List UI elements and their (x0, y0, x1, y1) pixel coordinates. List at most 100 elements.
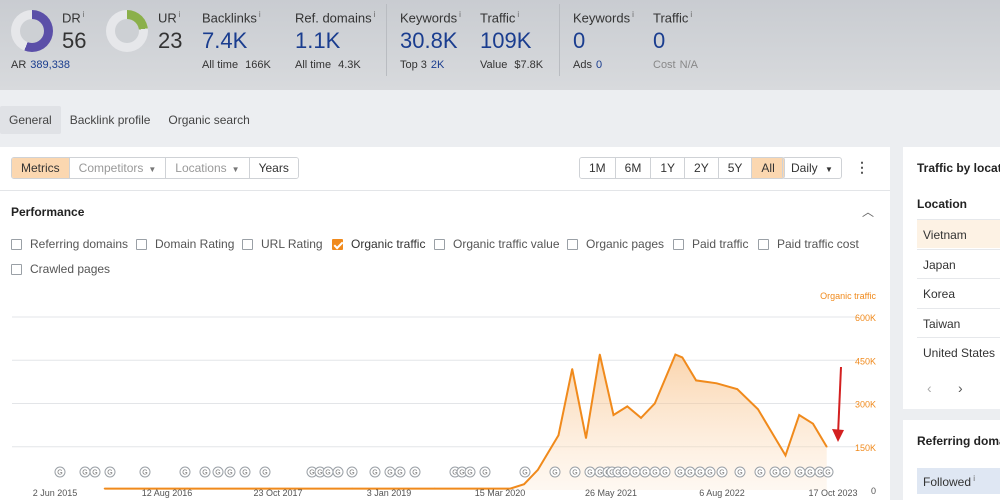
paid-traffic-value[interactable]: 0 (653, 28, 665, 54)
info-icon[interactable]: i (690, 10, 692, 19)
google-update-icon[interactable]: G (549, 466, 561, 478)
tab-general[interactable]: General (0, 106, 61, 134)
ads-value[interactable]: 0 (596, 59, 602, 71)
google-update-icon[interactable]: G (822, 466, 834, 478)
google-update-icon[interactable]: G (754, 466, 766, 478)
ar-value[interactable]: 389,338 (30, 59, 70, 71)
metrics-button[interactable]: Metrics (12, 158, 70, 178)
google-update-icon[interactable]: G (332, 466, 344, 478)
google-update-icon[interactable]: G (199, 466, 211, 478)
locations-dropdown[interactable]: Locations ▼ (166, 158, 250, 178)
info-icon[interactable]: i (179, 10, 181, 19)
google-update-icon[interactable]: G (384, 466, 396, 478)
info-icon[interactable]: i (632, 10, 634, 19)
location-row[interactable]: United States (917, 337, 1000, 366)
competitors-dropdown[interactable]: Competitors ▼ (69, 158, 167, 178)
google-update-icon[interactable]: G (79, 466, 91, 478)
google-update-icon[interactable]: G (104, 466, 116, 478)
metric-paid-keywords[interactable]: Keywords i 0 Ads 0 (573, 0, 643, 80)
google-update-icon[interactable]: G (89, 466, 101, 478)
backlinks-value[interactable]: 7.4K (202, 28, 247, 54)
google-update-icon[interactable]: G (694, 466, 706, 478)
checkbox-url-rating[interactable]: URL Rating (242, 237, 323, 251)
google-update-icon[interactable]: G (684, 466, 696, 478)
info-icon[interactable]: i (971, 474, 975, 483)
google-update-icon[interactable]: G (346, 466, 358, 478)
google-update-icon[interactable]: G (239, 466, 251, 478)
google-update-icon[interactable]: G (619, 466, 631, 478)
metric-ref-domains[interactable]: Ref. domains i 1.1K All time 4.3K (295, 0, 385, 80)
google-update-icon[interactable]: G (322, 466, 334, 478)
google-update-icon[interactable]: G (584, 466, 596, 478)
keywords-sub-value[interactable]: 2K (431, 59, 444, 71)
google-update-icon[interactable]: G (139, 466, 151, 478)
google-update-icon[interactable]: G (769, 466, 781, 478)
more-vertical-icon[interactable]: ⋮ (855, 159, 869, 175)
info-icon[interactable]: i (374, 10, 376, 19)
range-1y-button[interactable]: 1Y (651, 158, 686, 178)
years-button[interactable]: Years (249, 158, 298, 178)
checkbox-paid-traffic-cost[interactable]: Paid traffic cost (758, 237, 859, 251)
google-update-icon[interactable]: G (369, 466, 381, 478)
info-icon[interactable]: i (83, 10, 85, 19)
google-update-icon[interactable]: G (804, 466, 816, 478)
metric-traffic[interactable]: Traffic i 109K Value $7.8K (480, 0, 560, 80)
google-update-icon[interactable]: G (464, 466, 476, 478)
chevron-up-icon[interactable]: ︿ (862, 203, 874, 220)
metric-dr[interactable]: DR i 56 AR 389,338 (0, 0, 86, 80)
google-update-icon[interactable]: G (519, 466, 531, 478)
metric-backlinks[interactable]: Backlinks i 7.4K All time 166K (202, 0, 282, 80)
chevron-right-icon[interactable]: › (958, 380, 963, 396)
paid-keywords-value[interactable]: 0 (573, 28, 585, 54)
google-update-icon[interactable]: G (734, 466, 746, 478)
interval-dropdown[interactable]: Daily ▼ (782, 157, 842, 179)
google-update-icon[interactable]: G (569, 466, 581, 478)
checkbox-crawled-pages[interactable]: Crawled pages (11, 262, 110, 276)
google-update-icon[interactable]: G (259, 466, 271, 478)
tab-backlink-profile[interactable]: Backlink profile (61, 106, 160, 134)
google-update-icon[interactable]: G (224, 466, 236, 478)
tab-organic-search[interactable]: Organic search (159, 106, 258, 134)
location-row[interactable]: Japan (917, 249, 1000, 278)
followed-row[interactable]: Followed i (917, 468, 1000, 494)
location-row[interactable]: Taiwan (917, 308, 1000, 337)
info-icon[interactable]: i (517, 10, 519, 19)
google-update-icon[interactable]: G (716, 466, 728, 478)
google-update-icon[interactable]: G (779, 466, 791, 478)
checkbox-domain-rating[interactable]: Domain Rating (136, 237, 234, 251)
google-update-icon[interactable]: G (704, 466, 716, 478)
google-update-icon[interactable]: G (659, 466, 671, 478)
info-icon[interactable]: i (459, 10, 461, 19)
metric-paid-traffic[interactable]: Traffic i 0 Cost N/A (653, 0, 723, 80)
google-update-icon[interactable]: G (794, 466, 806, 478)
metric-keywords[interactable]: Keywords i 30.8K Top 3 2K (400, 0, 470, 80)
google-update-icon[interactable]: G (54, 466, 66, 478)
info-icon[interactable]: i (259, 10, 261, 19)
ref-domains-value[interactable]: 1.1K (295, 28, 340, 54)
google-update-icon[interactable]: G (649, 466, 661, 478)
checkbox-organic-pages[interactable]: Organic pages (567, 237, 664, 251)
google-update-icon[interactable]: G (179, 466, 191, 478)
range-all-button[interactable]: All (752, 158, 784, 178)
google-update-icon[interactable]: G (674, 466, 686, 478)
google-update-icon[interactable]: G (212, 466, 224, 478)
metric-ur[interactable]: UR i 23 (106, 0, 186, 80)
location-row[interactable]: Vietnam (917, 219, 1000, 248)
google-update-icon[interactable]: G (394, 466, 406, 478)
chevron-left-icon[interactable]: ‹ (927, 380, 932, 396)
google-update-icon[interactable]: G (629, 466, 641, 478)
google-update-icon[interactable]: G (639, 466, 651, 478)
location-row[interactable]: Korea (917, 278, 1000, 307)
range-1m-button[interactable]: 1M (580, 158, 616, 178)
range-5y-button[interactable]: 5Y (718, 158, 753, 178)
google-update-icon[interactable]: G (409, 466, 421, 478)
traffic-value[interactable]: 109K (480, 28, 531, 54)
range-2y-button[interactable]: 2Y (685, 158, 719, 178)
checkbox-organic-traffic-value[interactable]: Organic traffic value (434, 237, 560, 251)
range-6m-button[interactable]: 6M (615, 158, 652, 178)
google-update-icon[interactable]: G (479, 466, 491, 478)
checkbox-paid-traffic[interactable]: Paid traffic (673, 237, 748, 251)
checkbox-organic-traffic[interactable]: Organic traffic (332, 237, 425, 251)
keywords-value[interactable]: 30.8K (400, 28, 458, 54)
checkbox-referring-domains[interactable]: Referring domains (11, 237, 128, 251)
